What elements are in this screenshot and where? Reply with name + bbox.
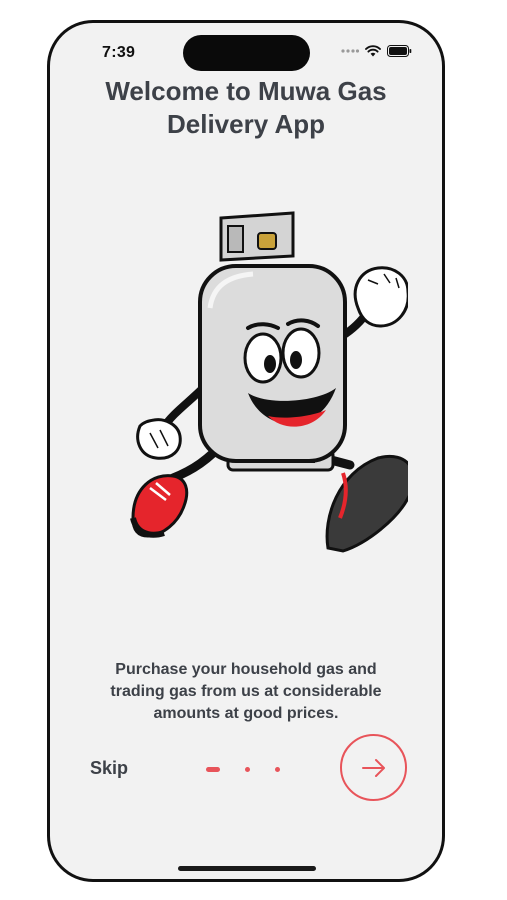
phone-frame: 7:39 Welcome to Muwa Gas Delivery App Pu… — [47, 20, 445, 882]
gas-cylinder-mascot-illustration — [130, 211, 408, 553]
page-dot-active — [206, 767, 220, 772]
description-line-3: amounts at good prices. — [153, 705, 339, 722]
page-indicator — [206, 766, 286, 776]
status-bar: 7:39 — [50, 23, 442, 75]
description-line-1: Purchase your household gas and — [115, 661, 377, 678]
description-line-2: trading gas from us at considerable — [110, 683, 382, 700]
dynamic-island — [183, 35, 310, 71]
skip-button[interactable]: Skip — [90, 758, 128, 779]
page-dot-2 — [245, 767, 250, 772]
status-icons — [341, 45, 412, 57]
page-dot-3 — [275, 767, 280, 772]
next-button[interactable] — [340, 734, 407, 801]
page-title: Welcome to Muwa Gas Delivery App — [50, 75, 442, 141]
cellular-dots-icon — [341, 49, 359, 53]
battery-icon — [387, 45, 412, 57]
title-line-2: Delivery App — [167, 109, 325, 139]
arrow-right-icon — [361, 758, 385, 777]
onboarding-description: Purchase your household gas and trading … — [80, 659, 412, 725]
home-indicator — [178, 866, 316, 871]
status-time: 7:39 — [102, 44, 136, 61]
wifi-icon — [365, 45, 381, 57]
app-screen: 7:39 Welcome to Muwa Gas Delivery App Pu… — [50, 23, 442, 879]
title-line-1: Welcome to Muwa Gas — [105, 76, 387, 106]
